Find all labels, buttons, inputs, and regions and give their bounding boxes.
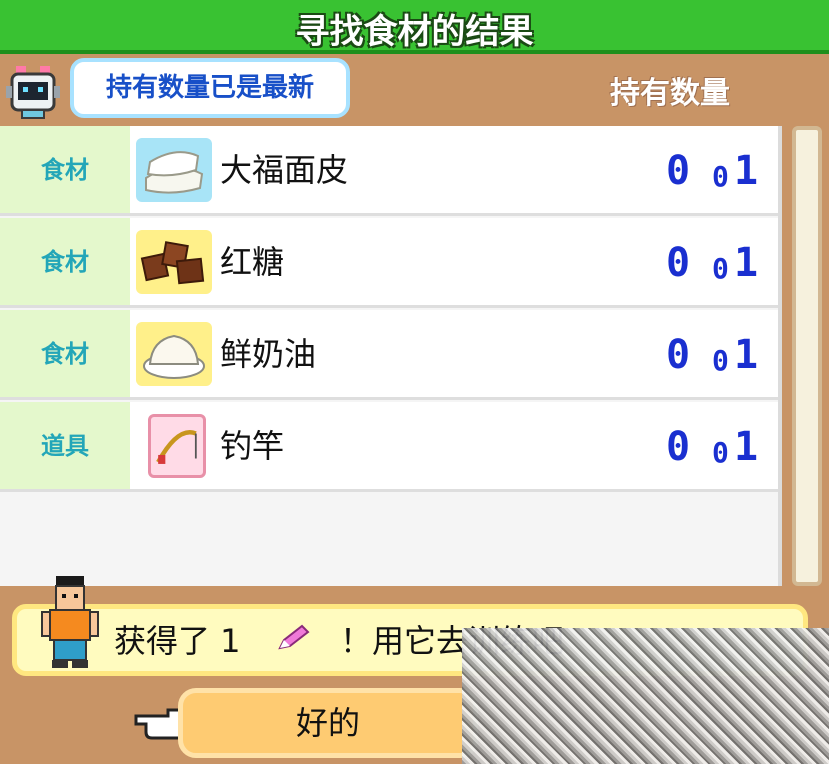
status-bubble: 持有数量已是最新	[70, 58, 350, 118]
daifuku-wrapper-icon	[136, 138, 212, 202]
category-label: 食材	[41, 156, 89, 184]
digit: 0	[666, 332, 691, 378]
digit: 1	[734, 240, 759, 286]
category-cell: 食材	[0, 310, 130, 397]
blurred-region	[462, 628, 829, 764]
digit: 0	[712, 252, 729, 285]
digit: 1	[734, 332, 759, 378]
title-bar: 寻找食材的结果	[0, 0, 829, 54]
robot-assistant-icon	[6, 66, 60, 119]
item-name: 红糖	[220, 243, 285, 281]
category-label: 食材	[41, 340, 89, 368]
digit: 0	[666, 148, 691, 194]
status-bubble-text: 持有数量已是最新	[105, 73, 314, 103]
list-item[interactable]: 食材 红糖 0 0 1	[0, 218, 778, 308]
player-character-icon	[41, 576, 99, 668]
column-header-quantity: 持有数量	[610, 76, 730, 111]
digit: 0	[712, 436, 729, 469]
digit: 0	[712, 344, 729, 377]
digit: 1	[734, 148, 759, 194]
quantity-digits: 0 0 1	[664, 126, 774, 214]
category-cell: 食材	[0, 126, 130, 213]
digit: 0	[666, 424, 691, 470]
ok-button[interactable]: 好的	[178, 688, 478, 758]
fresh-cream-icon	[136, 322, 212, 386]
scrollbar[interactable]	[792, 126, 822, 586]
page-title: 寻找食材的结果	[295, 12, 534, 52]
list-item[interactable]: 食材 大福面皮 0 0 1	[0, 126, 778, 216]
item-name: 鲜奶油	[220, 335, 317, 373]
brown-sugar-icon	[136, 230, 212, 294]
list-item[interactable]: 食材 鲜奶油 0 0 1	[0, 310, 778, 400]
results-list: 食材 大福面皮 0 0 1 食材 红糖 0 0 1 食材 鲜奶油 0 0 1 道…	[0, 126, 782, 586]
ok-button-label: 好的	[295, 704, 360, 742]
quantity-digits: 0 0 1	[664, 310, 774, 398]
category-cell: 道具	[0, 402, 130, 489]
category-label: 道具	[41, 432, 89, 460]
fishing-rod-icon	[148, 414, 206, 478]
digit: 0	[666, 240, 691, 286]
category-label: 食材	[41, 248, 89, 276]
digit: 0	[712, 160, 729, 193]
item-name: 大福面皮	[220, 151, 349, 189]
digit: 1	[734, 424, 759, 470]
category-cell: 食材	[0, 218, 130, 305]
list-item[interactable]: 道具 钓竿 0 0 1	[0, 402, 778, 492]
quantity-digits: 0 0 1	[664, 402, 774, 490]
item-name: 钓竿	[220, 427, 285, 465]
message-text-start: 获得了 1	[114, 622, 241, 660]
pencil-icon	[278, 624, 310, 650]
quantity-digits: 0 0 1	[664, 218, 774, 306]
